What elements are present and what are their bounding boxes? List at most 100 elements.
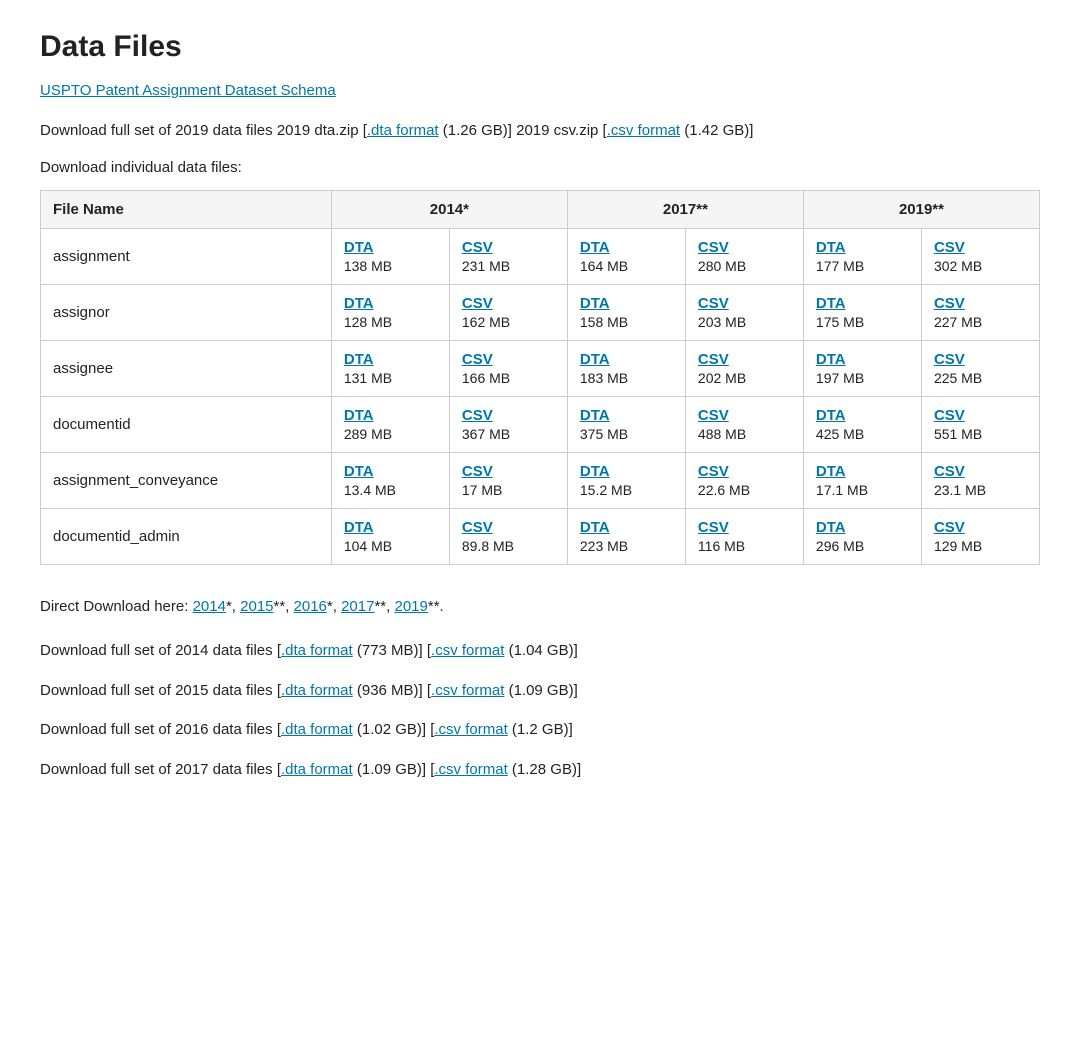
file-name-cell: documentid	[41, 397, 332, 453]
table-row: documentid_adminDTA104 MBCSV89.8 MBDTA22…	[41, 509, 1040, 565]
assignment-y2017-csv-link[interactable]: CSV	[698, 239, 791, 256]
assignee-y2017-dta-link[interactable]: DTA	[580, 351, 673, 368]
documentid_admin-y2017-dta-link[interactable]: DTA	[580, 519, 673, 536]
assignor-y2014-dta-link[interactable]: DTA	[344, 295, 437, 312]
direct-download-2019[interactable]: 2019	[394, 598, 427, 615]
assignment_conveyance-y2017-dta-size: 15.2 MB	[580, 482, 673, 498]
ds-2015-dta-size: (936 MB)] [	[353, 682, 431, 699]
download-set-2016: Download full set of 2016 data files [.d…	[40, 717, 1040, 743]
download-set-2014: Download full set of 2014 data files [.d…	[40, 638, 1040, 664]
dd-2014-suffix: *,	[226, 598, 240, 615]
assignee-y2019-dta-link[interactable]: DTA	[816, 351, 909, 368]
assignor-y2017-dta-link[interactable]: DTA	[580, 295, 673, 312]
assignor-y2017-csv-size: 203 MB	[698, 314, 791, 330]
assignee-y2014-dta-link[interactable]: DTA	[344, 351, 437, 368]
assignee-y2019-csv-cell: CSV 225 MB	[921, 341, 1039, 397]
assignee-y2017-csv-link[interactable]: CSV	[698, 351, 791, 368]
assignment-y2014-csv-cell: CSV 231 MB	[449, 229, 567, 285]
table-row: assignorDTA128 MBCSV162 MBDTA158 MBCSV20…	[41, 285, 1040, 341]
documentid-y2017-csv-link[interactable]: CSV	[698, 407, 791, 424]
direct-download-2015[interactable]: 2015	[240, 598, 273, 615]
col-header-filename: File Name	[41, 191, 332, 229]
download-2019-csv-link[interactable]: .csv format	[607, 122, 680, 139]
documentid_admin-y2017-csv-cell: CSV116 MB	[685, 509, 803, 565]
file-name-cell: assignee	[41, 341, 332, 397]
documentid-y2014-dta-link[interactable]: DTA	[344, 407, 437, 424]
direct-download-2016[interactable]: 2016	[294, 598, 327, 615]
assignment_conveyance-y2014-dta-link[interactable]: DTA	[344, 463, 437, 480]
documentid-y2017-csv-size: 488 MB	[698, 426, 791, 442]
ds-2016-dta-link[interactable]: .dta format	[281, 721, 353, 738]
assignment-y2014-csv-size: 231 MB	[462, 258, 555, 274]
assignment-y2019-dta-link[interactable]: DTA	[816, 239, 909, 256]
ds-2017-prefix: Download full set of 2017 data files [	[40, 761, 281, 778]
dd-2015-suffix: **,	[274, 598, 294, 615]
assignee-y2014-dta-cell: DTA131 MB	[331, 341, 449, 397]
documentid-y2014-dta-size: 289 MB	[344, 426, 437, 442]
assignee-y2019-dta-cell: DTA 197 MB	[803, 341, 921, 397]
assignment-y2017-dta-size: 164 MB	[580, 258, 673, 274]
ds-2014-dta-link[interactable]: .dta format	[281, 642, 353, 659]
data-files-table: File Name 2014* 2017** 2019** assignment…	[40, 190, 1040, 565]
col-header-2014: 2014*	[331, 191, 567, 229]
documentid_admin-y2019-csv-cell: CSV129 MB	[921, 509, 1039, 565]
documentid_admin-y2017-csv-link[interactable]: CSV	[698, 519, 791, 536]
assignment_conveyance-y2017-dta-cell: DTA 15.2 MB	[567, 453, 685, 509]
ds-2015-csv-link[interactable]: .csv format	[431, 682, 504, 699]
assignee-y2014-csv-link[interactable]: CSV	[462, 351, 555, 368]
assignment_conveyance-y2017-csv-size: 22.6 MB	[698, 482, 791, 498]
documentid-y2017-dta-link[interactable]: DTA	[580, 407, 673, 424]
documentid_admin-y2014-dta-link[interactable]: DTA	[344, 519, 437, 536]
table-row: assigneeDTA131 MBCSV166 MBDTA183 MBCSV20…	[41, 341, 1040, 397]
documentid-y2014-csv-link[interactable]: CSV	[462, 407, 555, 424]
assignment_conveyance-y2019-dta-link[interactable]: DTA	[816, 463, 909, 480]
assignor-y2017-csv-cell: CSV 203 MB	[685, 285, 803, 341]
download-2019-dta-link[interactable]: .dta format	[367, 122, 439, 139]
assignment_conveyance-y2019-csv-size: 23.1 MB	[934, 482, 1027, 498]
assignment-y2014-dta-link[interactable]: DTA	[344, 239, 437, 256]
ds-2015-dta-link[interactable]: .dta format	[281, 682, 353, 699]
col-header-2017: 2017**	[567, 191, 803, 229]
file-name-cell: assignor	[41, 285, 332, 341]
assignment-y2017-dta-link[interactable]: DTA	[580, 239, 673, 256]
assignment_conveyance-y2017-csv-link[interactable]: CSV	[698, 463, 791, 480]
documentid_admin-y2019-dta-cell: DTA296 MB	[803, 509, 921, 565]
dd-2017-suffix: **,	[374, 598, 394, 615]
ds-2017-dta-link[interactable]: .dta format	[281, 761, 353, 778]
assignor-y2019-dta-cell: DTA175 MB	[803, 285, 921, 341]
assignment-y2019-dta-size: 177 MB	[816, 258, 909, 274]
assignor-y2014-csv-size: 162 MB	[462, 314, 555, 330]
schema-link[interactable]: USPTO Patent Assignment Dataset Schema	[40, 82, 1040, 99]
direct-download-2014[interactable]: 2014	[193, 598, 226, 615]
assignment_conveyance-y2019-csv-link[interactable]: CSV	[934, 463, 1027, 480]
table-row: documentidDTA289 MBCSV367 MBDTA375 MBCSV…	[41, 397, 1040, 453]
assignor-y2019-csv-link[interactable]: CSV	[934, 295, 1027, 312]
assignor-y2014-csv-link[interactable]: CSV	[462, 295, 555, 312]
ds-2016-csv-link[interactable]: .csv format	[434, 721, 507, 738]
documentid-y2019-dta-link[interactable]: DTA	[816, 407, 909, 424]
assignment_conveyance-y2014-csv-link[interactable]: CSV	[462, 463, 555, 480]
direct-download-label: Direct Download here:	[40, 598, 193, 615]
assignor-y2017-csv-link[interactable]: CSV	[698, 295, 791, 312]
documentid_admin-y2019-dta-link[interactable]: DTA	[816, 519, 909, 536]
assignor-y2019-dta-link[interactable]: DTA	[816, 295, 909, 312]
download-2019-text-mid: (1.26 GB)] 2019 csv.zip [	[439, 122, 607, 139]
assignment-y2014-csv-link[interactable]: CSV	[462, 239, 555, 256]
assignment-y2019-csv-link[interactable]: CSV	[934, 239, 1027, 256]
direct-download-2017[interactable]: 2017	[341, 598, 374, 615]
documentid-y2019-csv-size: 551 MB	[934, 426, 1027, 442]
ds-2014-csv-link[interactable]: .csv format	[431, 642, 504, 659]
assignment_conveyance-y2017-dta-link[interactable]: DTA	[580, 463, 673, 480]
ds-2017-csv-link[interactable]: .csv format	[434, 761, 507, 778]
documentid-y2019-csv-cell: CSV 551 MB	[921, 397, 1039, 453]
assignee-y2019-csv-link[interactable]: CSV	[934, 351, 1027, 368]
assignee-y2019-csv-size: 225 MB	[934, 370, 1027, 386]
assignor-y2014-dta-size: 128 MB	[344, 314, 437, 330]
documentid_admin-y2019-csv-link[interactable]: CSV	[934, 519, 1027, 536]
dd-2019-suffix: **.	[428, 598, 444, 615]
assignee-y2019-dta-size: 197 MB	[816, 370, 909, 386]
documentid_admin-y2014-csv-link[interactable]: CSV	[462, 519, 555, 536]
assignor-y2019-csv-size: 227 MB	[934, 314, 1027, 330]
assignment-y2019-csv-size: 302 MB	[934, 258, 1027, 274]
documentid-y2019-csv-link[interactable]: CSV	[934, 407, 1027, 424]
